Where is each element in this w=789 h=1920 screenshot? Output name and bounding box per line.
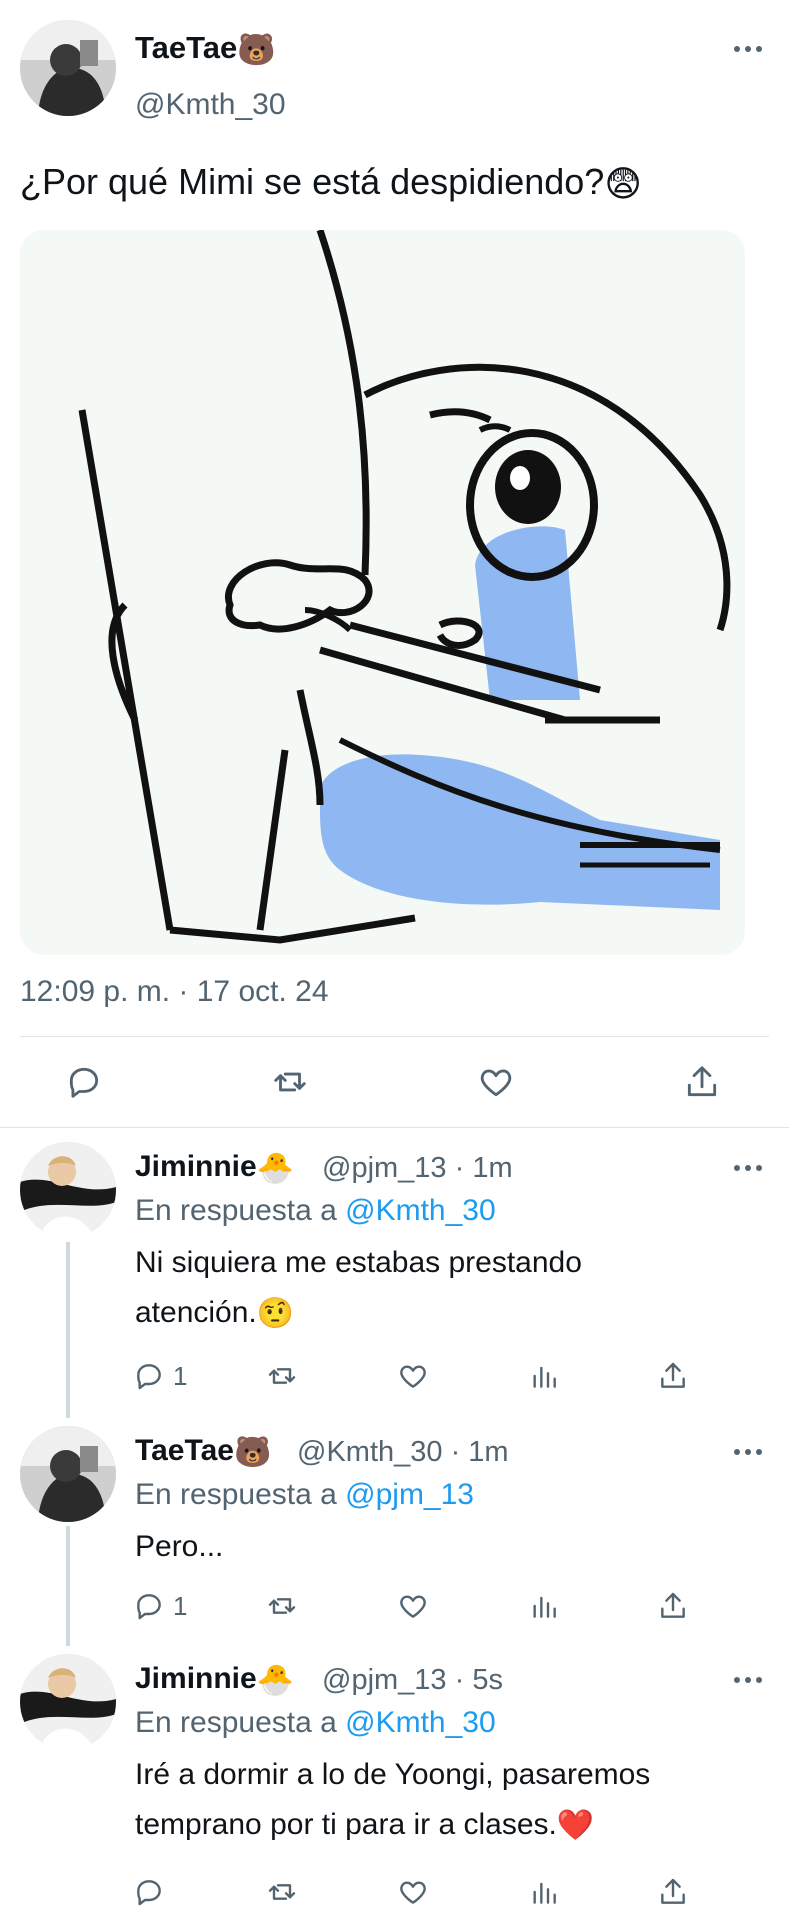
display-name-text: Jiminnie bbox=[135, 1662, 257, 1695]
reply-icon[interactable]: 1 bbox=[133, 1356, 187, 1396]
tweet-media-image[interactable] bbox=[20, 230, 745, 955]
share-icon[interactable] bbox=[657, 1586, 689, 1626]
reply-text: Pero... bbox=[135, 1522, 223, 1572]
share-icon[interactable] bbox=[680, 1060, 724, 1104]
mention-link[interactable]: @Kmth_30 bbox=[345, 1706, 496, 1739]
crying-meme-illustration bbox=[20, 230, 745, 955]
handle-and-time[interactable]: @pjm_13 · 5s bbox=[322, 1664, 503, 1697]
display-name[interactable]: Jiminnie🐣 bbox=[135, 1150, 294, 1186]
reply-prefix: En respuesta a bbox=[135, 1706, 337, 1739]
reply-text-line: Pero... bbox=[135, 1530, 224, 1563]
avatar[interactable] bbox=[20, 20, 116, 116]
tweet-timestamp[interactable]: 12:09 p. m. · 17 oct. 24 bbox=[20, 975, 329, 1009]
reply-count: 1 bbox=[173, 1590, 188, 1621]
reply-text-line-body: atención. bbox=[135, 1296, 257, 1329]
mention-link[interactable]: @Kmth_30 bbox=[345, 1194, 496, 1227]
more-options-icon[interactable] bbox=[731, 1446, 765, 1458]
mention-link[interactable]: @pjm_13 bbox=[345, 1478, 474, 1511]
reply-text-line: atención.🤨 bbox=[135, 1288, 582, 1339]
display-name-text: TaeTae bbox=[135, 30, 238, 65]
retweet-icon[interactable] bbox=[266, 1586, 298, 1626]
main-tweet: TaeTae🐻 @Kmth_30 ¿Por qué Mimi se está d… bbox=[0, 0, 789, 1128]
retweet-icon[interactable] bbox=[268, 1060, 312, 1104]
reply-text-line: Iré a dormir a lo de Yoongi, pasaremos bbox=[135, 1758, 651, 1791]
tweet-text: ¿Por qué Mimi se está despidiendo?😨 bbox=[20, 160, 642, 206]
retweet-icon[interactable] bbox=[266, 1872, 298, 1912]
share-icon[interactable] bbox=[657, 1872, 689, 1912]
handle-and-time[interactable]: @pjm_13 · 1m bbox=[322, 1152, 513, 1185]
red-heart-emoji: ❤️ bbox=[556, 1809, 595, 1843]
reply-text-line: temprano por ti para ir a clases.❤️ bbox=[135, 1800, 650, 1851]
reply-context: En respuesta a @pjm_13 bbox=[135, 1478, 474, 1512]
reply-count: 1 bbox=[173, 1360, 188, 1391]
tweet-text-body: ¿Por qué Mimi se está despidiendo? bbox=[20, 161, 605, 202]
more-options-icon[interactable] bbox=[731, 1674, 765, 1686]
hatching-chick-emoji: 🐣 bbox=[256, 1151, 295, 1185]
like-icon[interactable] bbox=[397, 1872, 429, 1912]
reply-text-line: Ni siquiera me estabas prestando bbox=[135, 1246, 582, 1279]
reply-icon[interactable]: 1 bbox=[133, 1586, 187, 1626]
display-name[interactable]: TaeTae🐻 bbox=[135, 30, 276, 68]
avatar[interactable] bbox=[20, 1142, 116, 1238]
like-icon[interactable] bbox=[474, 1060, 518, 1104]
reply-text-line-body: temprano por ti para ir a clases. bbox=[135, 1808, 557, 1841]
like-icon[interactable] bbox=[397, 1356, 429, 1396]
like-icon[interactable] bbox=[397, 1586, 429, 1626]
reply-text: Ni siquiera me estabas prestando atenció… bbox=[135, 1238, 582, 1339]
divider bbox=[20, 1036, 769, 1037]
retweet-icon[interactable] bbox=[266, 1356, 298, 1396]
reply-prefix: En respuesta a bbox=[135, 1194, 337, 1227]
avatar[interactable] bbox=[20, 1654, 116, 1750]
thread-line bbox=[66, 1526, 70, 1646]
more-options-icon[interactable] bbox=[731, 43, 765, 55]
hatching-chick-emoji: 🐣 bbox=[256, 1663, 295, 1697]
reply-icon[interactable] bbox=[133, 1872, 165, 1912]
views-icon[interactable] bbox=[528, 1872, 560, 1912]
reply-prefix: En respuesta a bbox=[135, 1478, 337, 1511]
display-name-text: TaeTae bbox=[135, 1434, 234, 1467]
share-icon[interactable] bbox=[657, 1356, 689, 1396]
thread-line bbox=[66, 1242, 70, 1418]
display-name-text: Jiminnie bbox=[135, 1150, 257, 1183]
avatar[interactable] bbox=[20, 1426, 116, 1522]
reply-icon[interactable] bbox=[62, 1060, 106, 1104]
bear-emoji: 🐻 bbox=[237, 32, 276, 68]
display-name[interactable]: Jiminnie🐣 bbox=[135, 1662, 294, 1698]
bear-emoji: 🐻 bbox=[233, 1435, 272, 1469]
reply-tweet[interactable]: TaeTae🐻 @Kmth_30 · 1m En respuesta a @pj… bbox=[0, 1418, 789, 1646]
reply-text: Iré a dormir a lo de Yoongi, pasaremos t… bbox=[135, 1750, 650, 1851]
reply-tweet[interactable]: Jiminnie🐣 @pjm_13 · 1m En respuesta a @K… bbox=[0, 1128, 789, 1418]
views-icon[interactable] bbox=[528, 1356, 560, 1396]
user-handle[interactable]: @Kmth_30 bbox=[135, 88, 286, 122]
fearful-face-emoji: 😨 bbox=[604, 163, 642, 205]
reply-context: En respuesta a @Kmth_30 bbox=[135, 1706, 496, 1740]
views-icon[interactable] bbox=[528, 1586, 560, 1626]
display-name[interactable]: TaeTae🐻 bbox=[135, 1434, 271, 1470]
raised-eyebrow-emoji: 🤨 bbox=[256, 1297, 295, 1331]
reply-tweet[interactable]: Jiminnie🐣 @pjm_13 · 5s En respuesta a @K… bbox=[0, 1646, 789, 1920]
reply-context: En respuesta a @Kmth_30 bbox=[135, 1194, 496, 1228]
more-options-icon[interactable] bbox=[731, 1162, 765, 1174]
handle-and-time[interactable]: @Kmth_30 · 1m bbox=[297, 1436, 509, 1469]
